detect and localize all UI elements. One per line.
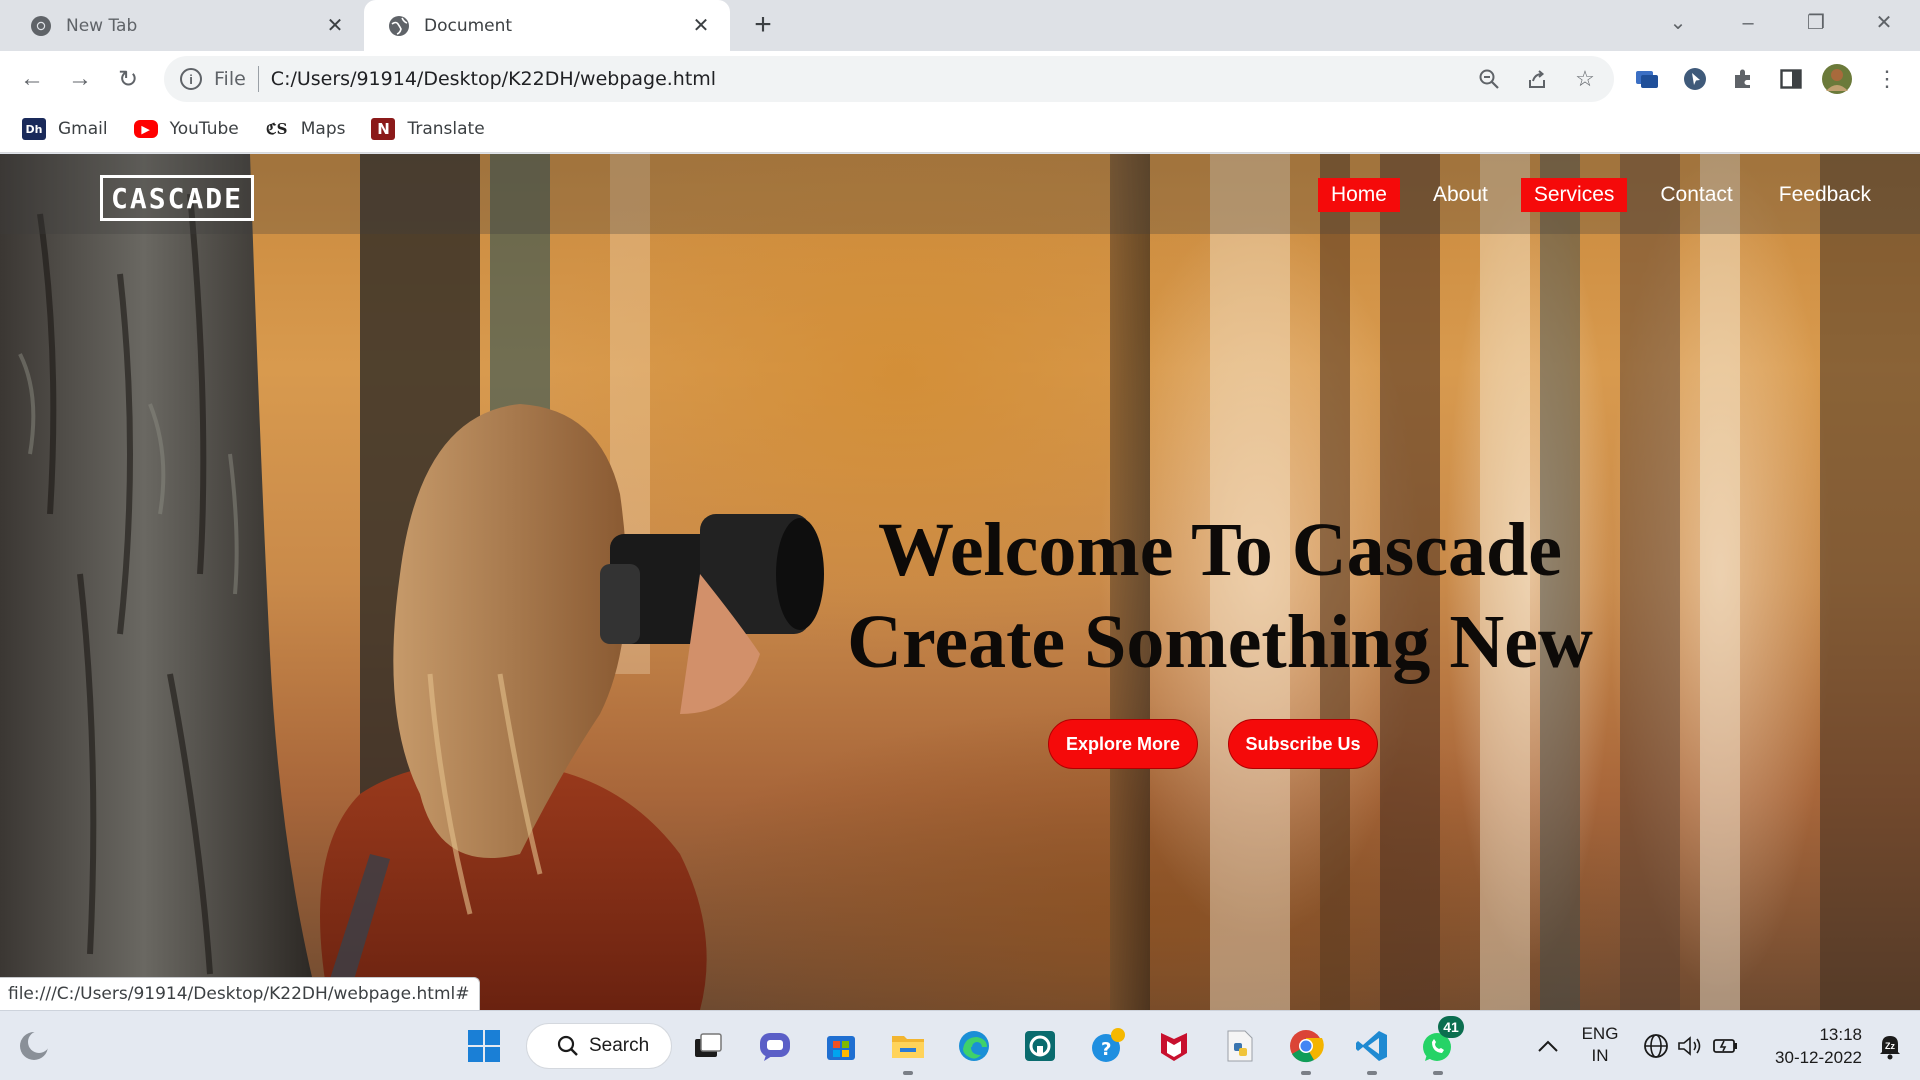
nav-about[interactable]: About [1420,178,1501,212]
search-icon [557,1035,578,1056]
task-view-icon[interactable] [686,1024,730,1068]
chrome-icon [30,15,52,37]
hero-section: CASCADE Home About Services Contact Feed… [0,154,1920,1010]
ts-icon: ℭS [266,120,288,138]
browser-menu-icon[interactable]: ⋮ [1870,62,1904,96]
bookmark-label: Translate [407,119,485,139]
input-language[interactable]: ENG IN [1570,1023,1630,1067]
window-close-icon[interactable]: ✕ [1864,8,1904,38]
close-tab-icon[interactable]: ✕ [324,14,346,36]
site-logo[interactable]: CASCADE [100,175,255,221]
clock[interactable]: 13:18 30-12-2022 [1752,1023,1862,1069]
taskbar-search[interactable]: Search [526,1023,672,1069]
hero-line-1: Welcome To Cascade [878,508,1562,592]
restore-icon[interactable]: ❐ [1796,8,1836,38]
n-icon: N [371,118,396,140]
address-bar[interactable]: i File C:/Users/91914/Desktop/K22DH/webp… [164,56,1614,102]
chrome-taskbar-icon[interactable] [1284,1024,1328,1075]
nav-services[interactable]: Services [1520,178,1628,212]
hero-line-2: Create Something New [847,600,1593,684]
mcafee-icon[interactable] [1152,1024,1196,1068]
bookmark-star-icon[interactable]: ☆ [1570,64,1600,94]
edge-icon[interactable] [952,1024,996,1068]
notification-bell-icon[interactable]: Zz [1868,1024,1912,1068]
youtube-icon: ▶ [133,120,158,138]
side-panel-icon[interactable] [1774,62,1808,96]
subscribe-us-button[interactable]: Subscribe Us [1228,719,1378,769]
tab-search-icon[interactable]: ⌄ [1658,8,1698,38]
battery-icon[interactable] [1704,1024,1748,1068]
site-nav: Home About Services Contact Feedback [1298,178,1884,212]
running-indicator [903,1071,913,1075]
running-indicator [1301,1071,1311,1075]
microsoft-store-icon[interactable] [819,1024,863,1068]
bookmark-label: Maps [300,119,346,139]
new-tab-button[interactable]: + [748,10,778,40]
globe-icon [388,15,410,37]
bookmark-youtube[interactable]: ▶ YouTube [133,119,239,139]
address-url[interactable]: C:/Users/91914/Desktop/K22DH/webpage.htm… [271,68,716,90]
get-help-icon[interactable]: ? [1086,1024,1130,1068]
bookmark-label: YouTube [169,119,239,139]
nav-contact[interactable]: Contact [1647,178,1745,212]
share-icon[interactable] [1522,64,1552,94]
link-status-bubble: file:///C:/Users/91914/Desktop/K22DH/web… [0,977,481,1010]
logo-text: CASCADE [111,181,244,215]
extensions-puzzle-icon[interactable] [1726,62,1760,96]
file-explorer-icon[interactable] [886,1024,930,1075]
running-indicator [1433,1071,1443,1075]
extension-screen-icon[interactable] [1630,62,1664,96]
whatsapp-badge: 41 [1438,1016,1464,1038]
teams-chat-icon[interactable] [753,1024,797,1068]
minimize-icon[interactable]: – [1728,8,1768,38]
bookmark-label: Gmail [58,119,108,139]
search-label: Search [589,1035,650,1056]
scheme-label: File [214,68,246,90]
profile-avatar[interactable] [1820,62,1854,96]
site-info-icon[interactable]: i [180,68,202,90]
language-label: ENG [1581,1024,1619,1043]
app-tile-icon[interactable] [1018,1024,1062,1068]
running-indicator [1367,1071,1377,1075]
bookmarks-bar: Dh Gmail ▶ YouTube ℭS Maps N Translate [0,106,1920,153]
bookmark-gmail[interactable]: Dh Gmail [22,118,108,140]
zoom-icon[interactable] [1474,64,1504,94]
vscode-icon[interactable] [1350,1024,1394,1075]
clock-time: 13:18 [1819,1025,1862,1044]
hero-buttons: Explore More Subscribe Us [1048,719,1378,769]
nav-home[interactable]: Home [1317,178,1400,212]
show-hidden-icons-chevron-icon[interactable] [1526,1024,1570,1068]
nav-feedback[interactable]: Feedback [1766,178,1884,212]
whatsapp-icon[interactable]: 41 [1416,1016,1464,1075]
taskbar: Search ? 41 ENG IN 13:18 30-12-2022 Zz [0,1010,1920,1080]
svg-text:?: ? [1101,1039,1111,1060]
region-label: IN [1591,1046,1609,1065]
clock-date: 30-12-2022 [1775,1048,1862,1067]
tab-document[interactable]: Document ✕ [364,0,730,51]
python-file-icon[interactable] [1218,1024,1262,1068]
tab-new-tab[interactable]: New Tab ✕ [0,0,364,51]
tab-title: Document [424,15,513,36]
tab-title: New Tab [66,15,138,36]
windows-start-icon[interactable] [462,1024,506,1068]
address-divider [257,66,259,92]
svg-text:Zz: Zz [1885,1041,1895,1051]
close-tab-icon[interactable]: ✕ [690,14,712,36]
explore-more-button[interactable]: Explore More [1048,719,1198,769]
weather-icon[interactable] [12,1024,56,1068]
bookmark-maps[interactable]: ℭS Maps [265,118,346,140]
forward-icon[interactable]: → [62,61,98,97]
reload-icon[interactable]: ↻ [110,61,146,97]
extension-cursor-icon[interactable] [1678,62,1712,96]
hero-heading: Welcome To Cascade Create Something New [700,504,1740,688]
bookmark-translate[interactable]: N Translate [371,118,485,140]
tab-strip: New Tab ✕ Document ✕ + ⌄ – ❐ ✕ [0,0,1920,51]
browser-toolbar: ← → ↻ i File C:/Users/91914/Desktop/K22D… [0,51,1920,106]
back-icon[interactable]: ← [14,61,50,97]
dh-icon: Dh [22,118,46,140]
